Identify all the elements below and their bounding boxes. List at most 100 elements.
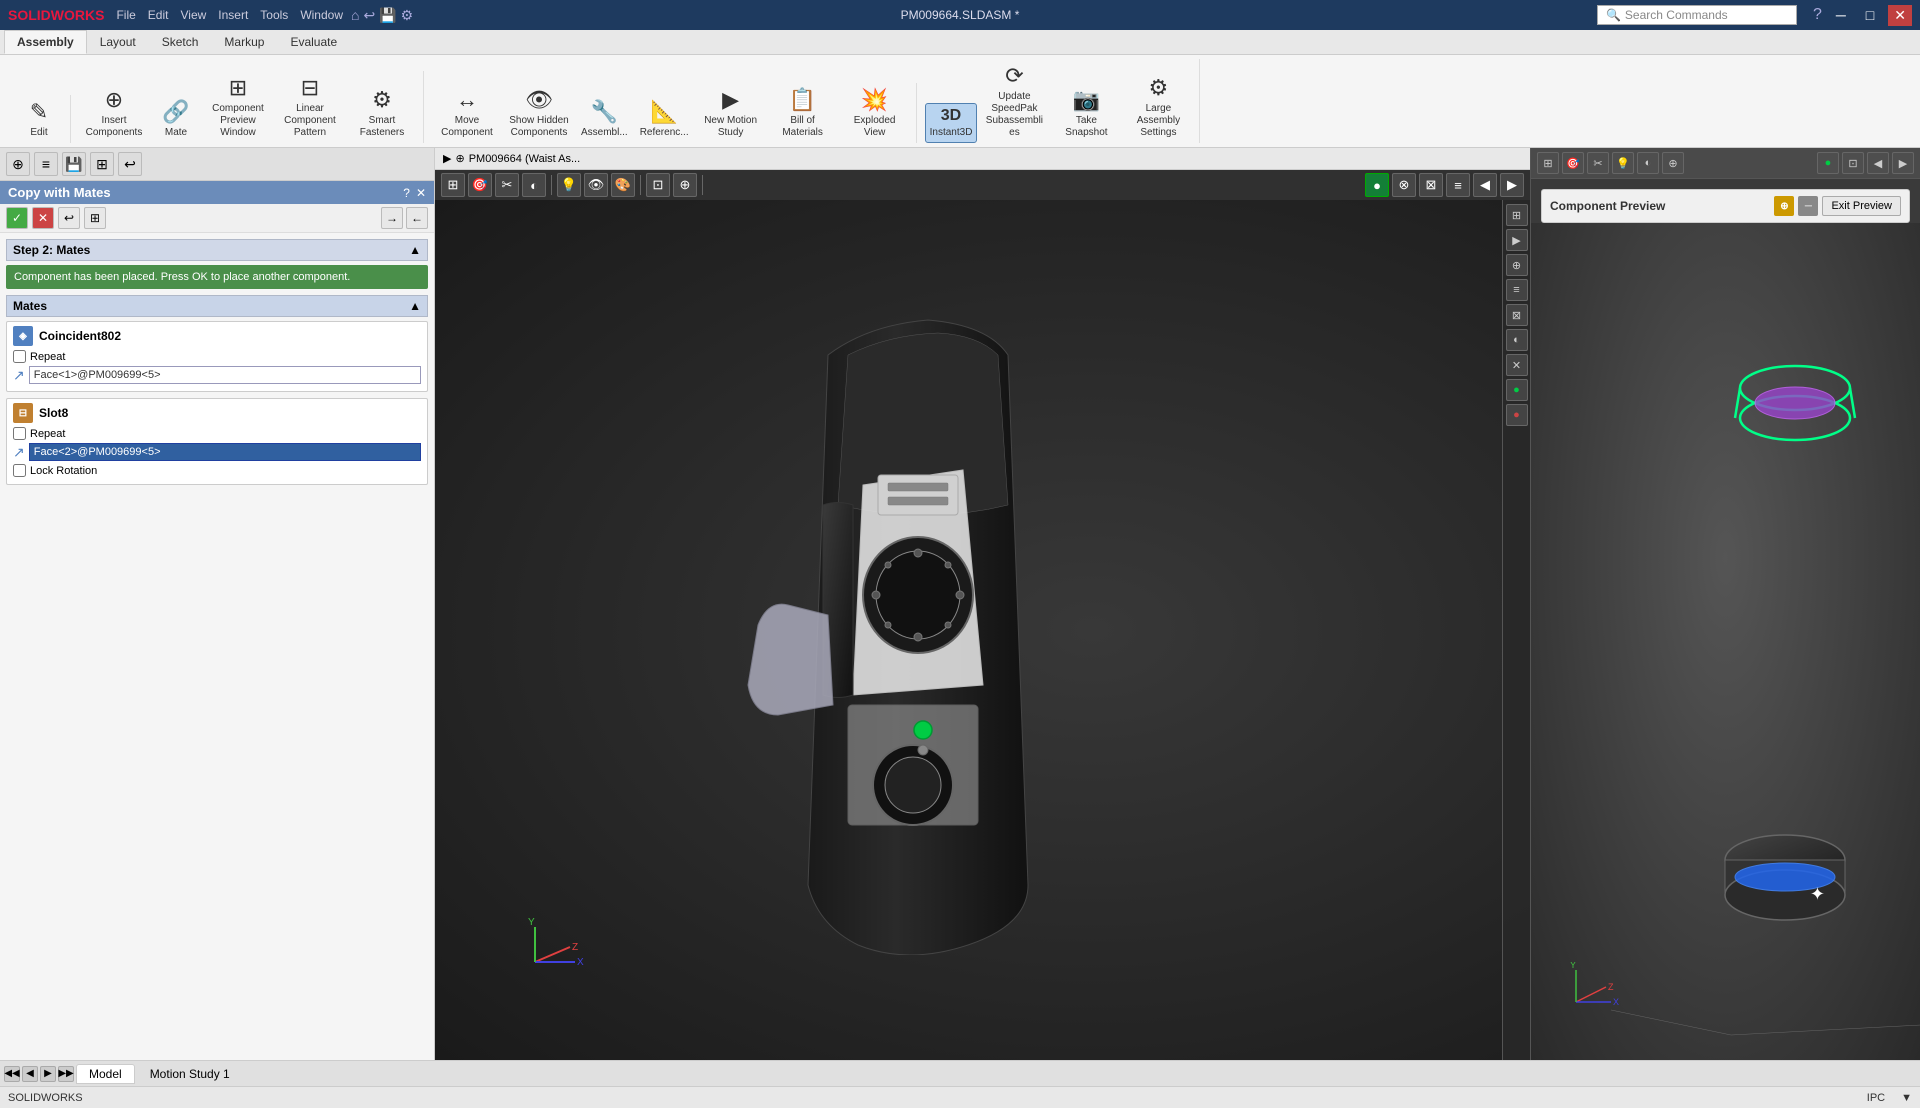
grid-icon[interactable]: ⊠ bbox=[1419, 173, 1443, 197]
side-btn-3[interactable]: ⊕ bbox=[1506, 254, 1528, 276]
update-speedpak-button[interactable]: ⟳ Update SpeedPak Subassemblies bbox=[979, 59, 1049, 143]
zoom-to-fit-icon[interactable]: ⊞ bbox=[441, 173, 465, 197]
component-preview-button[interactable]: ⊞ Component Preview Window bbox=[203, 71, 273, 143]
coincident-face-field[interactable] bbox=[29, 366, 421, 384]
preview-tool-9[interactable]: ◀ bbox=[1867, 152, 1889, 174]
close-panel-icon[interactable]: ✕ bbox=[416, 186, 426, 200]
assembly-canvas[interactable]: Z X Y bbox=[435, 200, 1530, 1060]
settings-icon[interactable]: ⚙ bbox=[401, 7, 414, 24]
undo-icon[interactable]: ↩ bbox=[363, 7, 375, 24]
edit-button[interactable]: ✎ Edit bbox=[14, 95, 64, 143]
status-ipc[interactable]: IPC bbox=[1867, 1092, 1885, 1104]
slot8-face-field[interactable] bbox=[29, 443, 421, 461]
show-hidden-button[interactable]: 👁 Show Hidden Components bbox=[504, 83, 574, 143]
property-manager-icon[interactable]: ≡ bbox=[34, 152, 58, 176]
undo-panel-button[interactable]: ↩ bbox=[58, 207, 80, 229]
display-manager-icon[interactable]: ⊞ bbox=[90, 152, 114, 176]
display-style-icon[interactable]: ◐ bbox=[522, 173, 546, 197]
tab-layout[interactable]: Layout bbox=[87, 30, 149, 54]
preview-tool-3[interactable]: ✂ bbox=[1587, 152, 1609, 174]
tab-model[interactable]: Model bbox=[76, 1064, 135, 1084]
preview-tool-7[interactable]: ● bbox=[1817, 152, 1839, 174]
side-btn-9[interactable]: ● bbox=[1506, 404, 1528, 426]
preview-3d-area[interactable]: ✦ Z X Y bbox=[1531, 223, 1920, 1060]
status-dropdown-icon[interactable]: ▼ bbox=[1901, 1092, 1912, 1104]
next-button[interactable]: → bbox=[381, 207, 403, 229]
cam-manager-icon[interactable]: ↩ bbox=[118, 152, 142, 176]
snap-icon[interactable]: ⊕ bbox=[673, 173, 697, 197]
layers-icon[interactable]: ≡ bbox=[1446, 173, 1470, 197]
nav-next-button[interactable]: ▶ bbox=[40, 1066, 56, 1082]
maximize-button[interactable]: □ bbox=[1860, 5, 1880, 25]
linear-pattern-button[interactable]: ⊟ Linear Component Pattern bbox=[275, 71, 345, 143]
preview-tool-5[interactable]: ◐ bbox=[1637, 152, 1659, 174]
menu-edit[interactable]: Edit bbox=[148, 8, 169, 22]
smart-fasteners-button[interactable]: ⚙ Smart Fasteners bbox=[347, 83, 417, 143]
insert-components-button[interactable]: ⊕ Insert Components bbox=[79, 83, 149, 143]
help-panel-icon[interactable]: ? bbox=[403, 186, 410, 200]
exit-preview-button[interactable]: Exit Preview bbox=[1822, 196, 1901, 216]
preview-dash-icon[interactable]: ─ bbox=[1798, 196, 1818, 216]
arrow-right-vp[interactable]: ▶ bbox=[1500, 173, 1524, 197]
side-btn-6[interactable]: ◐ bbox=[1506, 329, 1528, 351]
nav-prev-button[interactable]: ◀ bbox=[22, 1066, 38, 1082]
mate-button[interactable]: 🔗 Mate bbox=[151, 95, 201, 143]
exploded-view-button[interactable]: 💥 Exploded View bbox=[840, 83, 910, 143]
breadcrumb-arrow[interactable]: ▶ bbox=[443, 152, 451, 165]
tab-markup[interactable]: Markup bbox=[211, 30, 277, 54]
tab-assembly[interactable]: Assembly bbox=[4, 30, 87, 54]
preview-gold-icon[interactable]: ⊕ bbox=[1774, 196, 1794, 216]
move-component-button[interactable]: ↔ Move Component bbox=[432, 83, 502, 143]
prev-button[interactable]: ← bbox=[406, 207, 428, 229]
menu-tools[interactable]: Tools bbox=[260, 8, 288, 22]
view-orient-icon[interactable]: 🎯 bbox=[468, 173, 492, 197]
tab-sketch[interactable]: Sketch bbox=[149, 30, 212, 54]
search-bar[interactable]: 🔍 Search Commands bbox=[1597, 5, 1797, 25]
save-icon[interactable]: 💾 bbox=[379, 7, 396, 24]
lighting-icon[interactable]: 💡 bbox=[557, 173, 581, 197]
feature-manager-icon[interactable]: ⊕ bbox=[6, 152, 30, 176]
side-btn-4[interactable]: ≡ bbox=[1506, 279, 1528, 301]
new-motion-button[interactable]: ▶ New Motion Study bbox=[696, 83, 766, 143]
home-icon[interactable]: ⌂ bbox=[351, 7, 359, 23]
arrow-left-vp[interactable]: ◀ bbox=[1473, 173, 1497, 197]
preview-tool-4[interactable]: 💡 bbox=[1612, 152, 1634, 174]
side-btn-2[interactable]: ▶ bbox=[1506, 229, 1528, 251]
slot8-repeat-checkbox[interactable] bbox=[13, 427, 26, 440]
side-btn-8[interactable]: ● bbox=[1506, 379, 1528, 401]
side-btn-7[interactable]: ✕ bbox=[1506, 354, 1528, 376]
confirm-button[interactable]: ✓ bbox=[6, 207, 28, 229]
assembly-button[interactable]: 🔧 Assembl... bbox=[576, 95, 633, 143]
preview-tool-10[interactable]: ▶ bbox=[1892, 152, 1914, 174]
view-3d-icon[interactable]: ⊗ bbox=[1392, 173, 1416, 197]
close-button[interactable]: ✕ bbox=[1888, 5, 1912, 26]
lock-rotation-checkbox[interactable] bbox=[13, 464, 26, 477]
menu-file[interactable]: File bbox=[116, 8, 135, 22]
selection-filter-icon[interactable]: ⊡ bbox=[646, 173, 670, 197]
config-manager-icon[interactable]: 💾 bbox=[62, 152, 86, 176]
nav-last-button[interactable]: ▶▶ bbox=[58, 1066, 74, 1082]
tab-evaluate[interactable]: Evaluate bbox=[277, 30, 350, 54]
side-btn-1[interactable]: ⊞ bbox=[1506, 204, 1528, 226]
nav-first-button[interactable]: ◀◀ bbox=[4, 1066, 20, 1082]
take-snapshot-button[interactable]: 📷 Take Snapshot bbox=[1051, 83, 1121, 143]
reference-button[interactable]: 📐 Referenc... bbox=[635, 95, 694, 143]
coincident-repeat-checkbox[interactable] bbox=[13, 350, 26, 363]
section-view-icon[interactable]: ✂ bbox=[495, 173, 519, 197]
green-indicator[interactable]: ● bbox=[1365, 173, 1389, 197]
help-icon[interactable]: ? bbox=[1813, 6, 1822, 24]
menu-insert[interactable]: Insert bbox=[218, 8, 248, 22]
bill-materials-button[interactable]: 📋 Bill of Materials bbox=[768, 83, 838, 143]
preview-tool-8[interactable]: ⊡ bbox=[1842, 152, 1864, 174]
menu-window[interactable]: Window bbox=[300, 8, 343, 22]
tab-motion-study-1[interactable]: Motion Study 1 bbox=[137, 1064, 243, 1084]
preview-tool-1[interactable]: ⊞ bbox=[1537, 152, 1559, 174]
preview-button[interactable]: ⊞ bbox=[84, 207, 106, 229]
cancel-button[interactable]: ✕ bbox=[32, 207, 54, 229]
side-btn-5[interactable]: ⊠ bbox=[1506, 304, 1528, 326]
preview-tool-6[interactable]: ⊕ bbox=[1662, 152, 1684, 174]
hide-show-icon[interactable]: 👁 bbox=[584, 173, 608, 197]
large-assembly-button[interactable]: ⚙ Large Assembly Settings bbox=[1123, 71, 1193, 143]
menu-view[interactable]: View bbox=[180, 8, 206, 22]
appearance-icon[interactable]: 🎨 bbox=[611, 173, 635, 197]
